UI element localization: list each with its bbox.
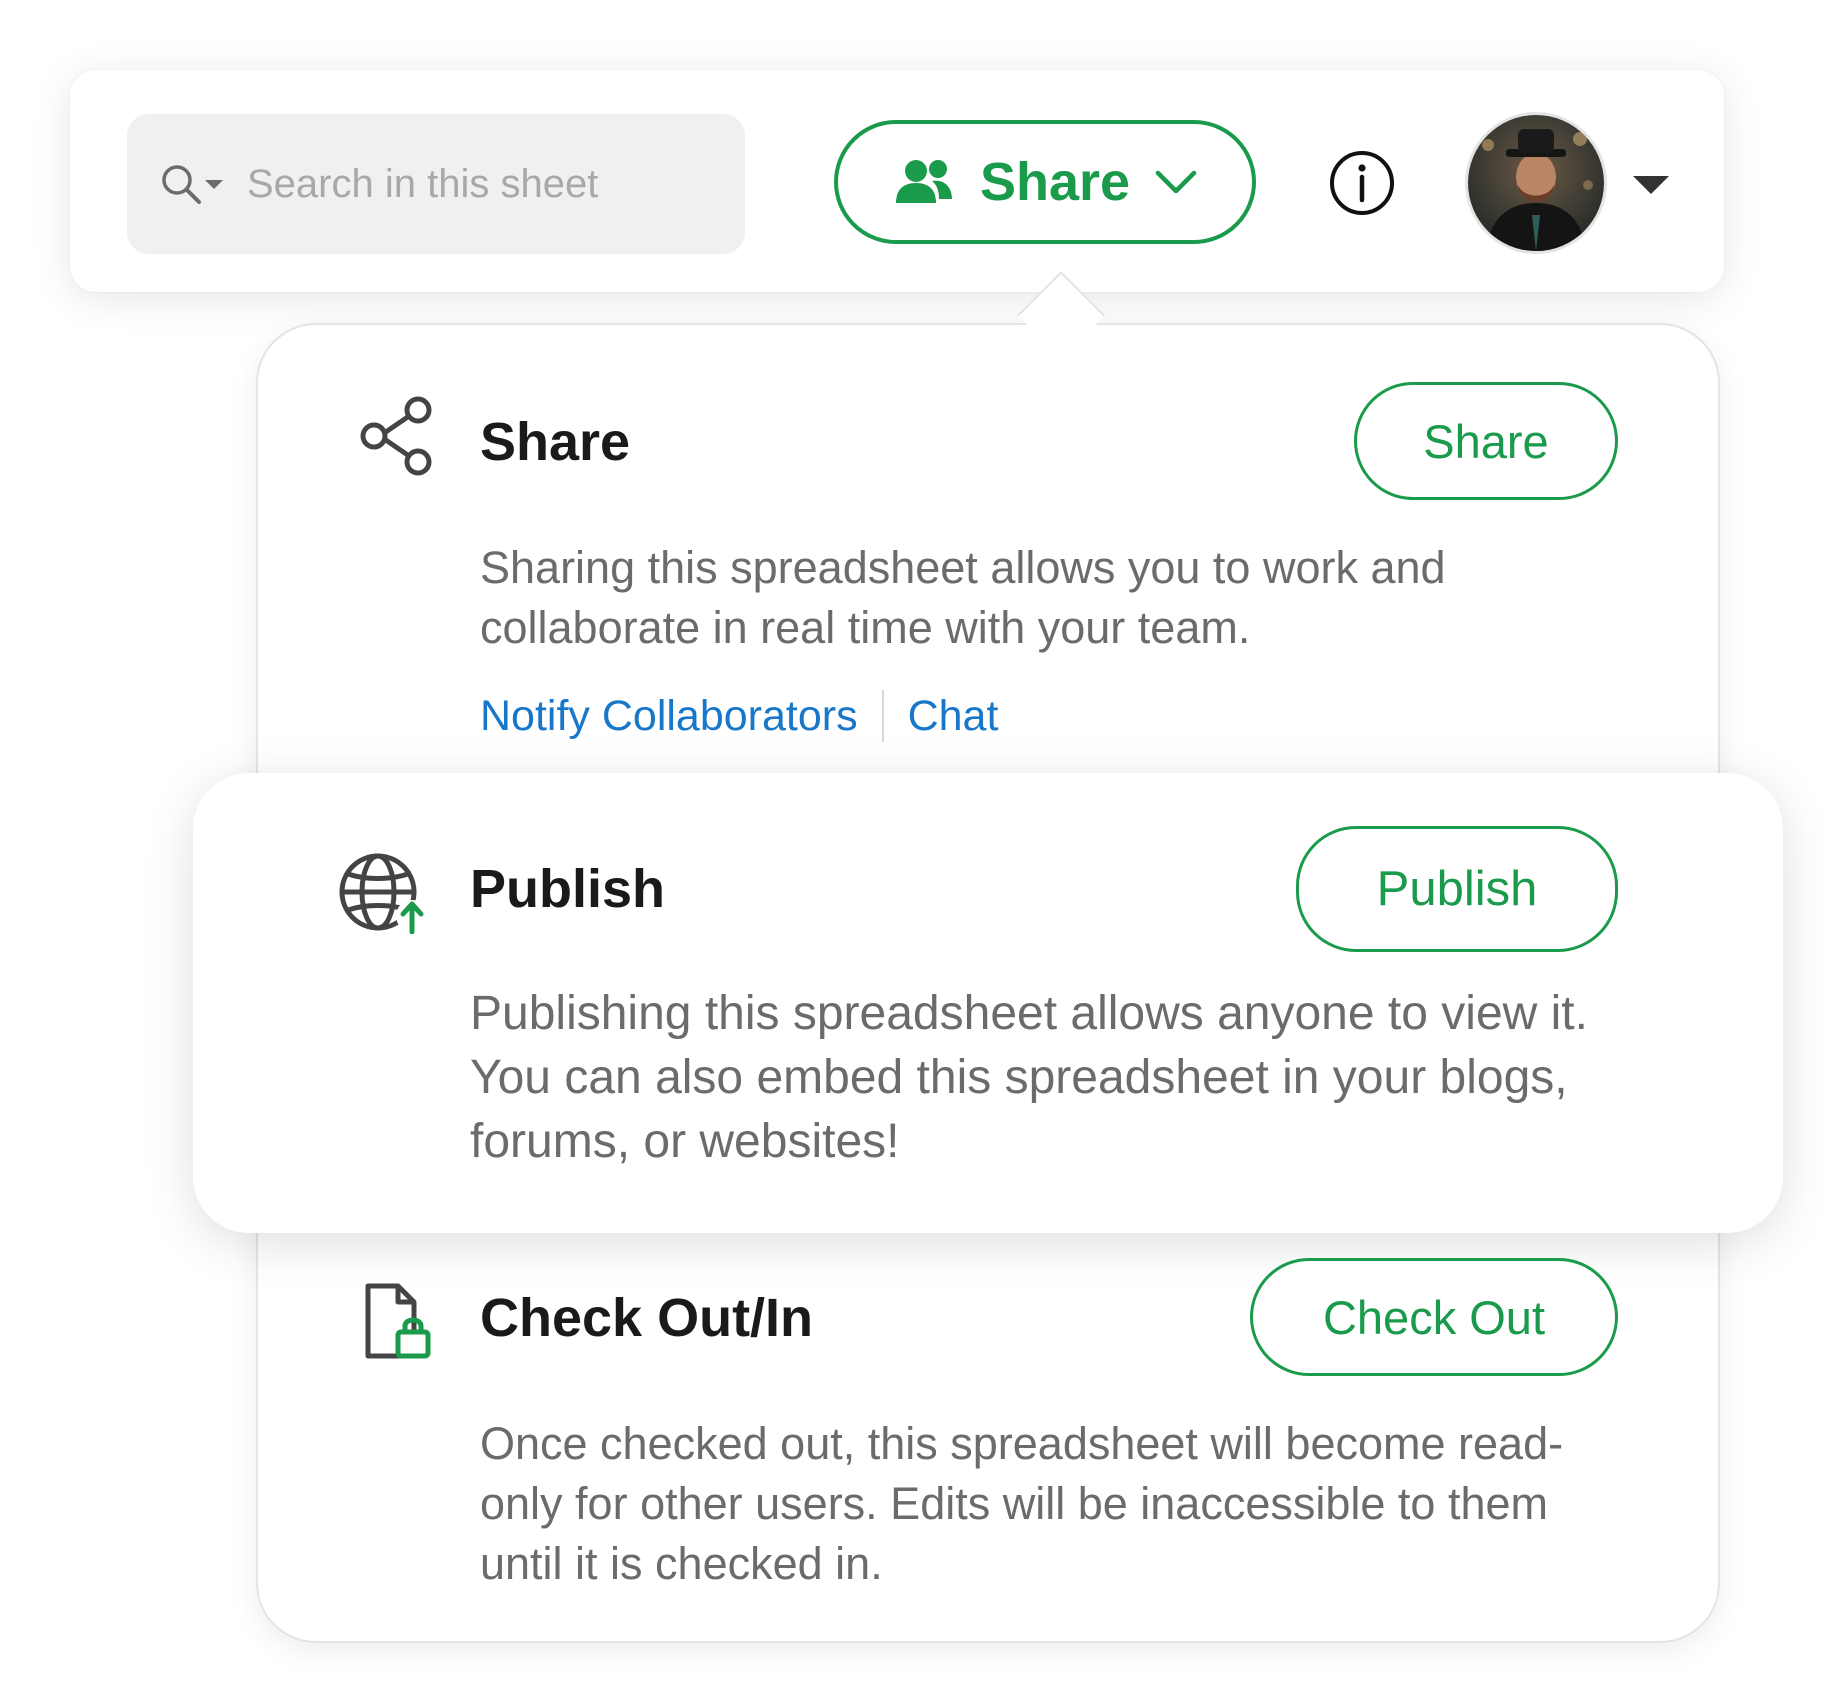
share-button[interactable]: Share — [1354, 382, 1618, 500]
link-divider — [881, 690, 884, 742]
share-button-label: Share — [979, 152, 1131, 212]
file-lock-icon — [365, 1283, 431, 1359]
search-input[interactable] — [245, 160, 669, 208]
checkout-description: Once checked out, this spreadsheet will … — [480, 1418, 1564, 1589]
globe-upload-icon — [339, 853, 428, 934]
caret-down-icon[interactable] — [1633, 176, 1669, 194]
chat-link[interactable]: Chat — [908, 692, 999, 741]
users-icon — [895, 160, 952, 203]
publish-button[interactable]: Publish — [1296, 826, 1618, 952]
checkout-section-title: Check Out/In — [480, 1288, 814, 1348]
share-nodes-icon — [360, 396, 432, 476]
share-description: Sharing this spreadsheet allows you to w… — [480, 542, 1446, 653]
share-links: Notify Collaborators Chat — [480, 690, 998, 742]
search-options-caret-icon[interactable] — [205, 179, 223, 189]
search-icon[interactable] — [159, 162, 203, 206]
top-bar: Share — [70, 70, 1724, 292]
share-dropdown-button[interactable]: Share — [834, 120, 1256, 244]
avatar-image — [1468, 115, 1604, 251]
share-section-title: Share — [480, 412, 631, 472]
check-out-button[interactable]: Check Out — [1250, 1258, 1618, 1376]
info-icon[interactable] — [1329, 150, 1395, 216]
publish-section-title: Publish — [470, 859, 666, 919]
search-box[interactable] — [127, 114, 745, 254]
publish-description: Publishing this spreadsheet allows anyon… — [470, 987, 1588, 1168]
notify-collaborators-link[interactable]: Notify Collaborators — [480, 692, 858, 741]
chevron-down-icon — [1155, 170, 1197, 194]
user-avatar[interactable] — [1468, 115, 1604, 251]
